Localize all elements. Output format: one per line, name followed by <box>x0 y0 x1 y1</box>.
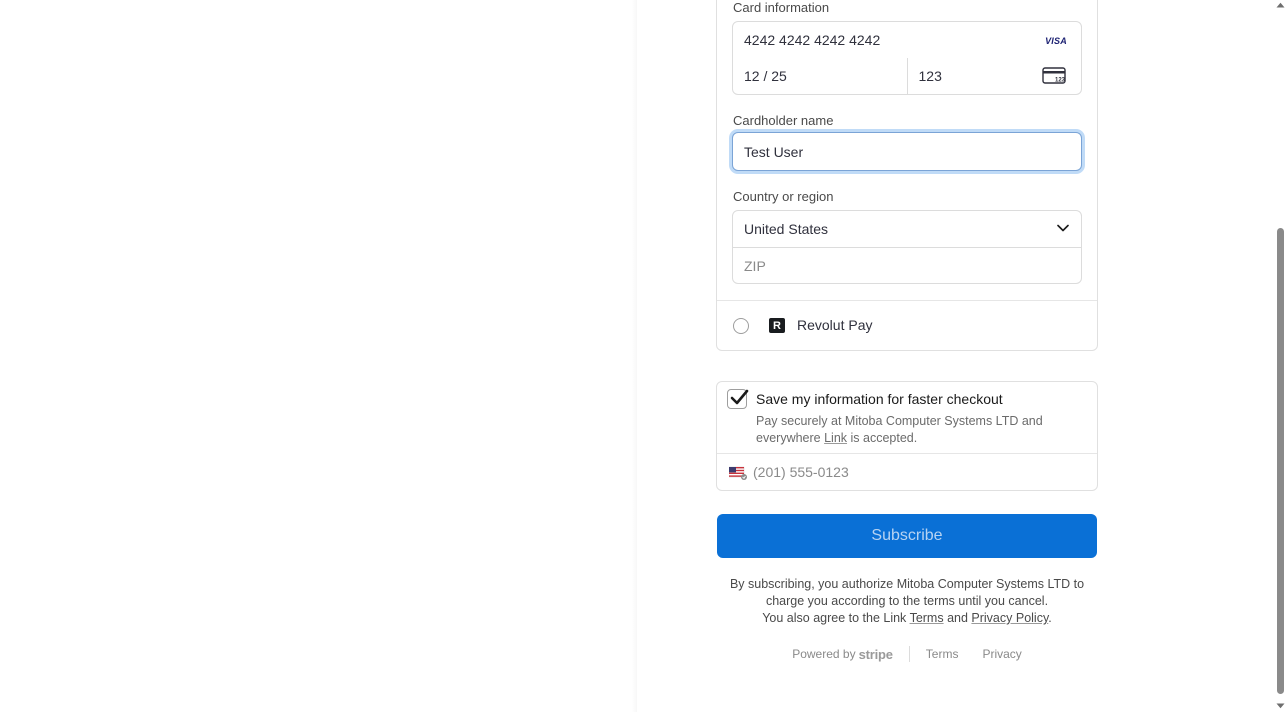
scrollbar-thumb[interactable] <box>1277 228 1284 694</box>
stripe-footer: Powered by stripe Terms Privacy <box>716 645 1098 663</box>
card-information-group: 4242 4242 4242 4242 VISA 12 / 25 123 123 <box>732 21 1082 95</box>
link-box-divider <box>717 453 1097 454</box>
us-flag-icon[interactable] <box>729 466 747 480</box>
checkmark-icon <box>730 389 749 405</box>
terms-line-2: You also agree to the Link Terms and Pri… <box>716 610 1098 627</box>
revolut-pay-label: Revolut Pay <box>797 317 873 333</box>
card-information-label: Card information <box>733 0 830 15</box>
left-pane <box>0 0 636 712</box>
cardholder-name-input[interactable]: Test User <box>732 132 1082 171</box>
revolut-pay-radio[interactable] <box>733 318 749 334</box>
save-info-description: Pay securely at Mitoba Computer Systems … <box>756 413 1076 447</box>
country-region-label: Country or region <box>733 189 834 204</box>
country-select[interactable]: United States <box>733 211 1081 247</box>
subscription-terms-text: By subscribing, you authorize Mitoba Com… <box>716 576 1098 627</box>
vertical-scrollbar[interactable] <box>1273 0 1288 712</box>
country-selected-value: United States <box>744 221 829 237</box>
terms-agree-text: You also agree to the Link <box>762 611 910 625</box>
stripe-logo: stripe <box>858 646 893 662</box>
terms-line-1: By subscribing, you authorize Mitoba Com… <box>729 577 1085 608</box>
terms-period: . <box>1048 611 1052 625</box>
card-number-field[interactable]: 4242 4242 4242 4242 VISA <box>733 22 1081 58</box>
zip-input[interactable]: ZIP <box>733 247 1081 283</box>
card-expiry-value: 12 / 25 <box>744 68 787 84</box>
link-terms-link[interactable]: Terms <box>910 611 944 625</box>
powered-by-stripe[interactable]: Powered by stripe <box>792 647 893 662</box>
footer-divider <box>908 646 910 662</box>
svg-text:123: 123 <box>1055 78 1066 84</box>
visa-icon: VISA <box>1045 36 1067 46</box>
cvc-card-icon: 123 <box>1042 67 1066 84</box>
billing-address-group: United States ZIP <box>732 210 1082 284</box>
link-link[interactable]: Link <box>824 431 847 445</box>
terms-and-text: and <box>943 611 972 625</box>
save-info-title: Save my information for faster checkout <box>756 391 1003 407</box>
footer-privacy-link[interactable]: Privacy <box>982 647 1021 661</box>
revolut-logo-icon: R <box>769 318 785 333</box>
chevron-down-icon <box>1057 224 1069 232</box>
card-cvc-field[interactable]: 123 123 <box>906 58 1082 94</box>
privacy-policy-link[interactable]: Privacy Policy <box>971 611 1048 625</box>
footer-terms-link[interactable]: Terms <box>926 647 959 661</box>
cardholder-name-label: Cardholder name <box>733 113 834 128</box>
card-cvc-value: 123 <box>918 68 942 84</box>
scroll-up-arrow-icon[interactable] <box>1276 2 1285 8</box>
zip-placeholder: ZIP <box>744 257 766 274</box>
cardholder-name-value: Test User <box>744 143 804 160</box>
powered-by-label: Powered by <box>792 647 856 661</box>
card-expiry-field[interactable]: 12 / 25 <box>733 58 907 94</box>
save-desc-end: is accepted. <box>847 431 918 445</box>
scroll-down-arrow-icon[interactable] <box>1276 703 1285 709</box>
subscribe-button[interactable]: Subscribe <box>717 514 1097 558</box>
phone-number-input[interactable]: (201) 555-0123 <box>753 464 849 480</box>
card-number-value: 4242 4242 4242 4242 <box>744 32 881 48</box>
